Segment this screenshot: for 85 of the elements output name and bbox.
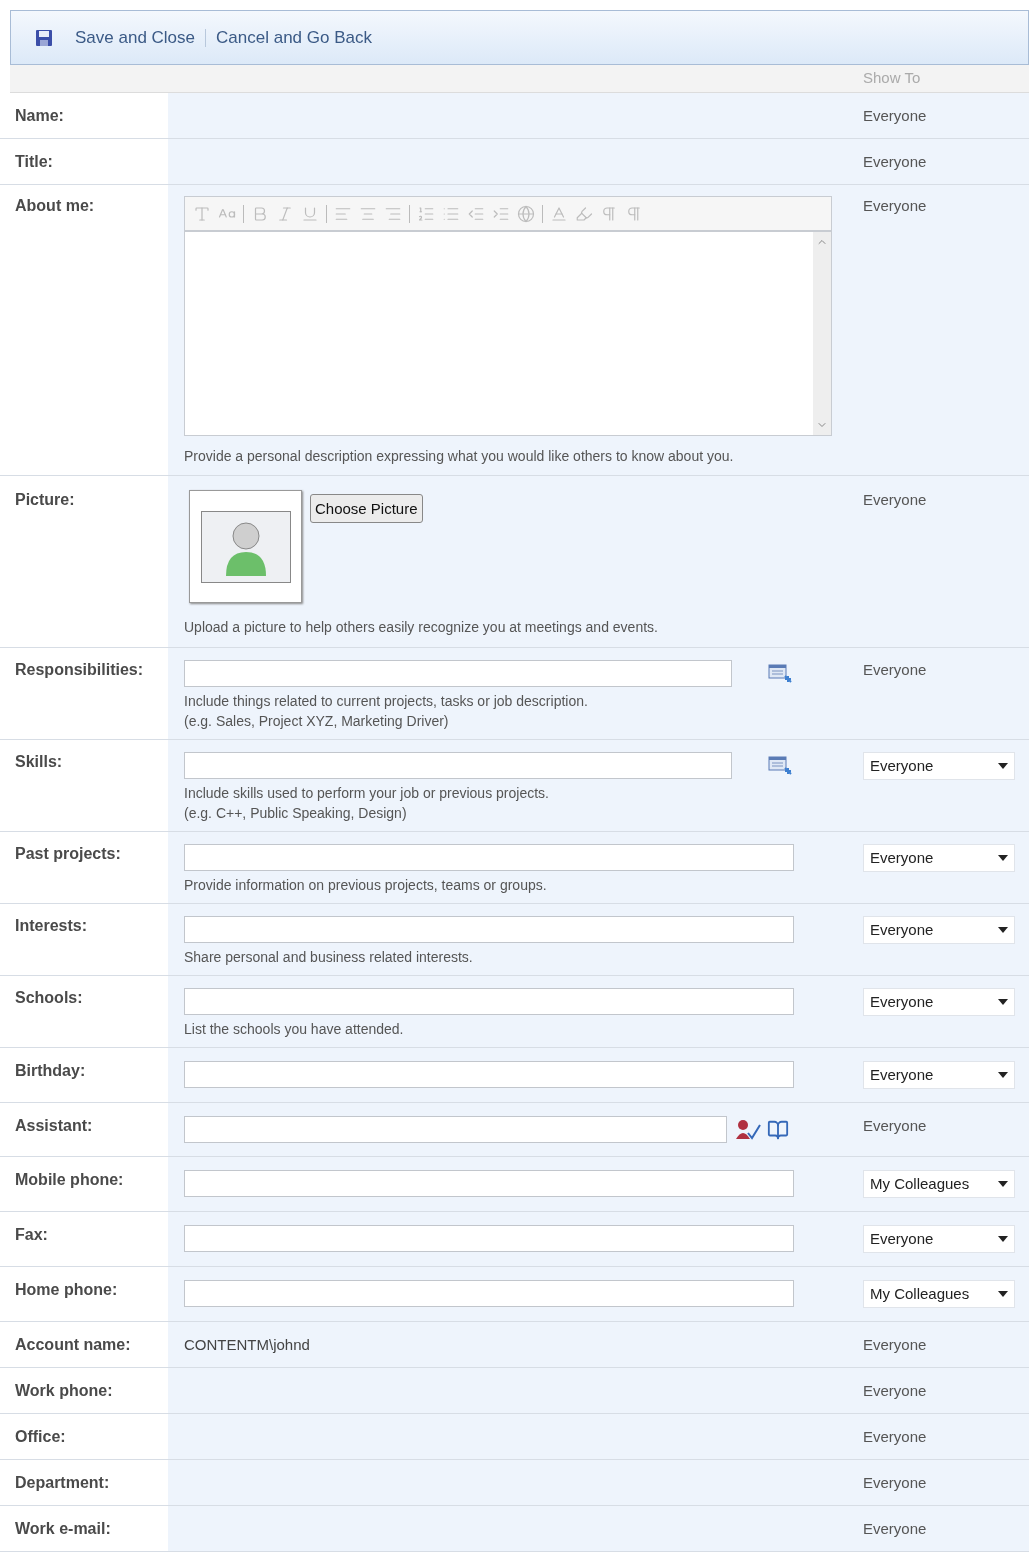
field-label: Department:	[15, 1474, 110, 1491]
field-label: Birthday:	[15, 1062, 86, 1079]
field-hint: (e.g. C++, Public Speaking, Design)	[184, 804, 408, 823]
field-hint: Include skills used to perform your job or previous projects.	[184, 784, 550, 803]
globe-icon[interactable]	[517, 204, 535, 223]
visibility-value: Everyone	[863, 107, 927, 124]
address-book-icon[interactable]	[767, 1118, 789, 1141]
account-value: CONTENTM\johnd	[184, 1336, 310, 1353]
text-input-field[interactable]	[184, 1170, 794, 1197]
pilcrow-icon[interactable]	[625, 204, 643, 223]
check-names-icon[interactable]	[735, 1118, 761, 1141]
field-hint: Provide a personal description expressing what you would like others to know about you.	[184, 447, 735, 466]
visibility-value: Everyone	[863, 153, 927, 170]
dropdown-arrow-icon	[998, 1072, 1008, 1078]
field-label: About me:	[15, 197, 95, 214]
field-label: Work phone:	[15, 1382, 113, 1399]
field-label: Account name:	[15, 1336, 131, 1353]
choose-picture-button[interactable]: Choose Picture	[310, 494, 423, 523]
text-input-field[interactable]	[184, 1061, 794, 1088]
field-label: Interests:	[15, 917, 88, 934]
visibility-value: Everyone	[863, 1336, 927, 1353]
field-hint: Include things related to current projects, tasks or job description.	[184, 692, 589, 711]
field-label: Responsibilities:	[15, 661, 144, 678]
visibility-value: Everyone	[863, 1428, 927, 1445]
field-label: Name:	[15, 107, 64, 124]
column-header: Show To	[863, 68, 922, 89]
toolbar-link[interactable]: Cancel and Go Back	[216, 24, 372, 51]
dropdown-arrow-icon	[998, 855, 1008, 861]
text-input-field[interactable]	[184, 916, 794, 943]
highlighter-icon[interactable]	[575, 204, 593, 223]
dropdown-arrow-icon	[998, 999, 1008, 1005]
visibility-dropdown[interactable]: My Colleagues	[863, 1170, 1015, 1198]
field-label: Past projects:	[15, 845, 121, 862]
visibility-dropdown[interactable]: Everyone	[863, 844, 1015, 872]
field-label: Picture:	[15, 491, 75, 508]
field-hint: List the schools you have attended.	[184, 1020, 405, 1039]
visibility-dropdown[interactable]: Everyone	[863, 916, 1015, 944]
italic-icon[interactable]	[276, 204, 294, 223]
text-input-field[interactable]	[184, 752, 732, 779]
visibility-value: Everyone	[863, 1382, 927, 1399]
text-input-field[interactable]	[184, 844, 794, 871]
dropdown-arrow-icon	[998, 927, 1008, 933]
underline-icon[interactable]	[301, 204, 319, 223]
scrollbar[interactable]	[813, 232, 831, 435]
field-hint: (e.g. Sales, Project XYZ, Marketing Driver)	[184, 712, 450, 731]
visibility-dropdown[interactable]: Everyone	[863, 752, 1015, 780]
dropdown-arrow-icon	[998, 1291, 1008, 1297]
pilcrow-icon[interactable]	[600, 204, 618, 223]
visibility-dropdown[interactable]: Everyone	[863, 1061, 1015, 1089]
visibility-value: Everyone	[863, 491, 927, 508]
dropdown-arrow-icon	[998, 1236, 1008, 1242]
text-input-field[interactable]	[184, 1280, 794, 1307]
field-label: Home phone:	[15, 1281, 118, 1298]
visibility-dropdown[interactable]: My Colleagues	[863, 1280, 1015, 1308]
field-hint: Upload a picture to help others easily recognize you at meetings and events.	[184, 618, 659, 637]
visibility-dropdown[interactable]: Everyone	[863, 988, 1015, 1016]
visibility-value: Everyone	[863, 197, 927, 214]
dropdown-arrow-icon	[998, 763, 1008, 769]
text-input-field[interactable]	[184, 1116, 727, 1143]
visibility-value: Everyone	[863, 1117, 927, 1134]
field-label: Work e-mail:	[15, 1520, 111, 1537]
field-label: Assistant:	[15, 1117, 93, 1134]
text-input-field[interactable]	[184, 660, 732, 687]
text-input-field[interactable]	[184, 988, 794, 1015]
field-label: Schools:	[15, 989, 83, 1006]
visibility-dropdown[interactable]: Everyone	[863, 1225, 1015, 1253]
rich-text-editor[interactable]	[184, 196, 832, 436]
field-label: Skills:	[15, 753, 63, 770]
dropdown-arrow-icon	[998, 1181, 1008, 1187]
field-hint: Provide information on previous projects, teams or groups.	[184, 876, 548, 895]
field-label: Mobile phone:	[15, 1171, 124, 1188]
font-icon[interactable]	[193, 204, 211, 223]
field-label: Office:	[15, 1428, 66, 1445]
field-label: Fax:	[15, 1226, 48, 1243]
visibility-value: Everyone	[863, 661, 927, 678]
toolbar-link[interactable]: Save and Close	[75, 24, 196, 51]
browse-list-icon[interactable]	[768, 754, 792, 777]
field-hint: Share personal and business related interests.	[184, 948, 474, 967]
visibility-value: Everyone	[863, 1474, 927, 1491]
visibility-value: Everyone	[863, 1520, 927, 1537]
save-icon[interactable]	[35, 28, 53, 47]
browse-list-icon[interactable]	[768, 662, 792, 685]
text-input-field[interactable]	[184, 1225, 794, 1252]
numbered-list-icon[interactable]	[417, 204, 435, 223]
field-label: Title:	[15, 153, 53, 170]
